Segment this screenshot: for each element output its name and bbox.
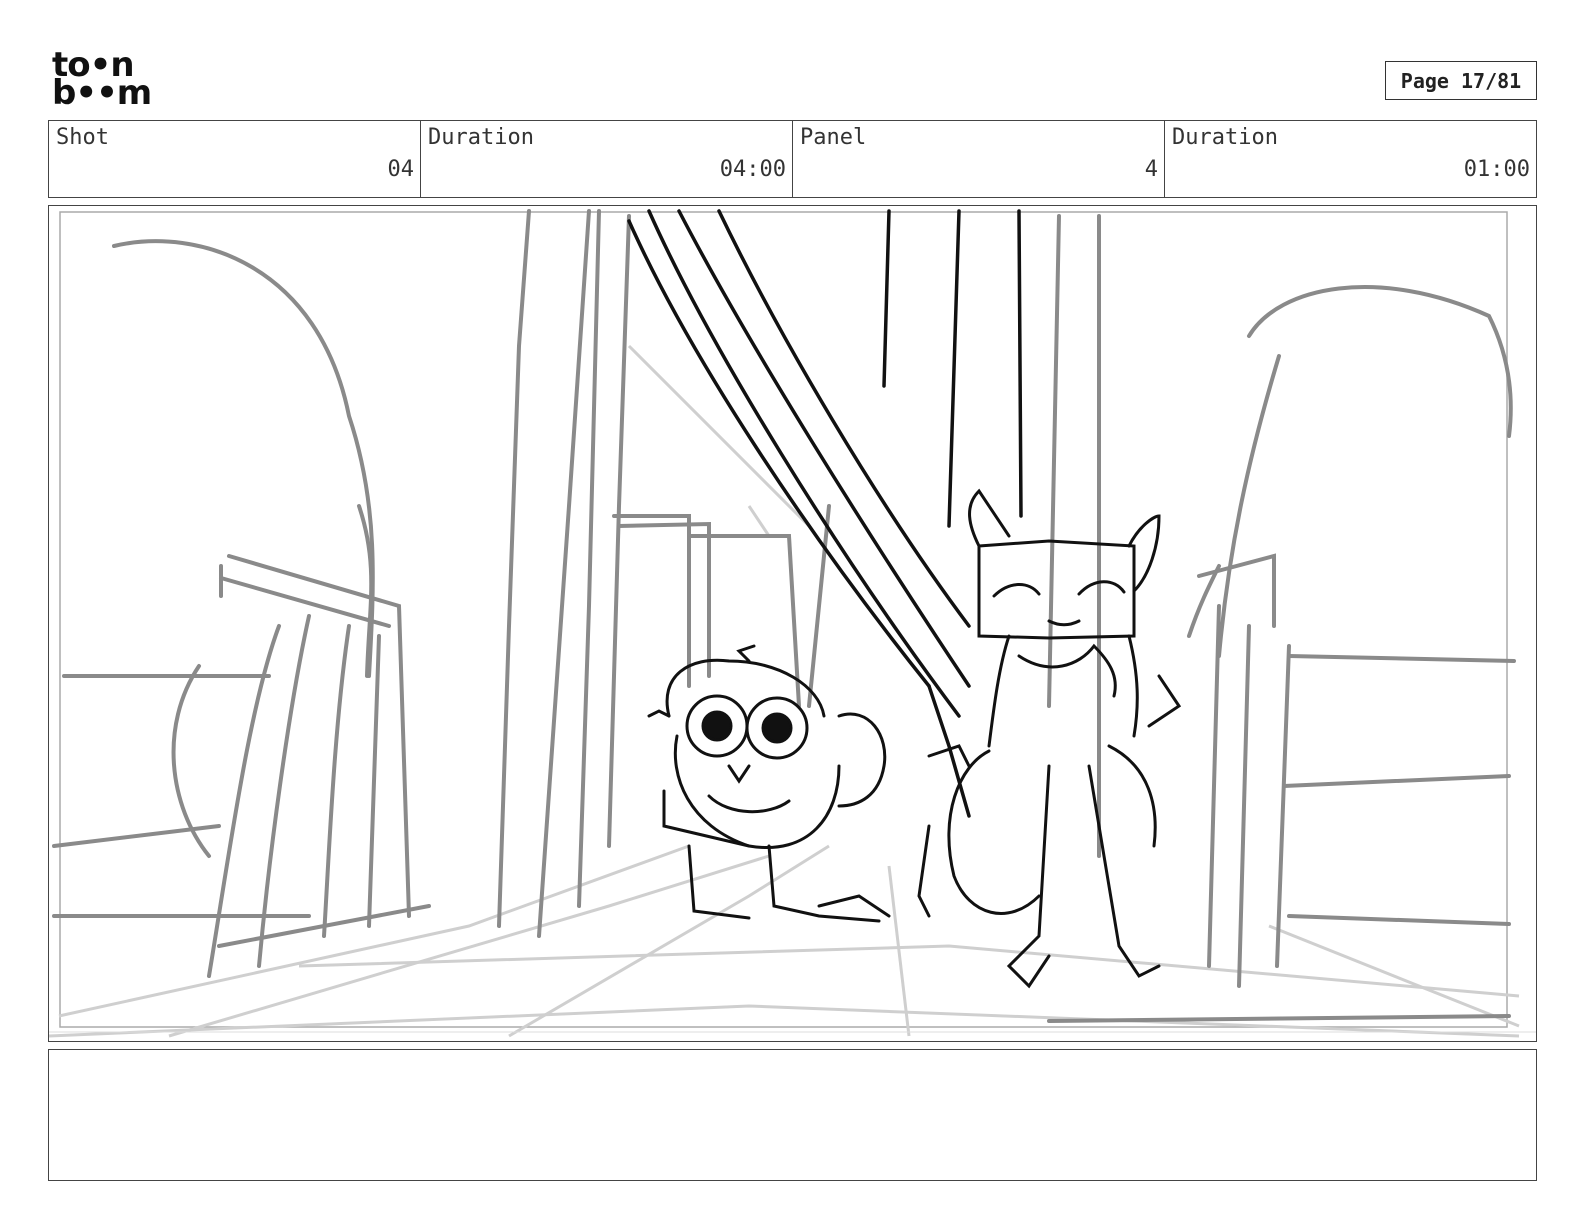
shot-value: 04 [387, 157, 415, 182]
shot-label: Shot [56, 125, 109, 150]
page-indicator: Page 17/81 [1385, 61, 1537, 100]
panel-duration-cell: Duration 01:00 [1165, 121, 1536, 197]
panel-duration-label: Duration [1172, 125, 1278, 150]
panel-label: Panel [800, 125, 867, 150]
floor-grid [49, 344, 1520, 1038]
shot-info-bar: Shot 04 Duration 04:00 Panel 4 Duration … [48, 120, 1537, 198]
toon-boom-logo: to•n b••m [52, 48, 164, 113]
storyboard-panel [48, 205, 1537, 1042]
shot-cell: Shot 04 [49, 121, 421, 197]
shot-duration-cell: Duration 04:00 [421, 121, 793, 197]
panel-notes-box [48, 1049, 1537, 1181]
dog-character [647, 644, 891, 923]
shot-duration-value: 04:00 [719, 157, 786, 182]
panel-cell: Panel 4 [793, 121, 1165, 197]
panel-value: 4 [1144, 157, 1158, 182]
panel-sketch [49, 209, 1536, 1038]
panel-duration-value: 01:00 [1463, 157, 1530, 182]
shot-duration-label: Duration [428, 125, 534, 150]
cat-character [917, 488, 1182, 989]
logo-line-2: b••m [52, 73, 152, 113]
